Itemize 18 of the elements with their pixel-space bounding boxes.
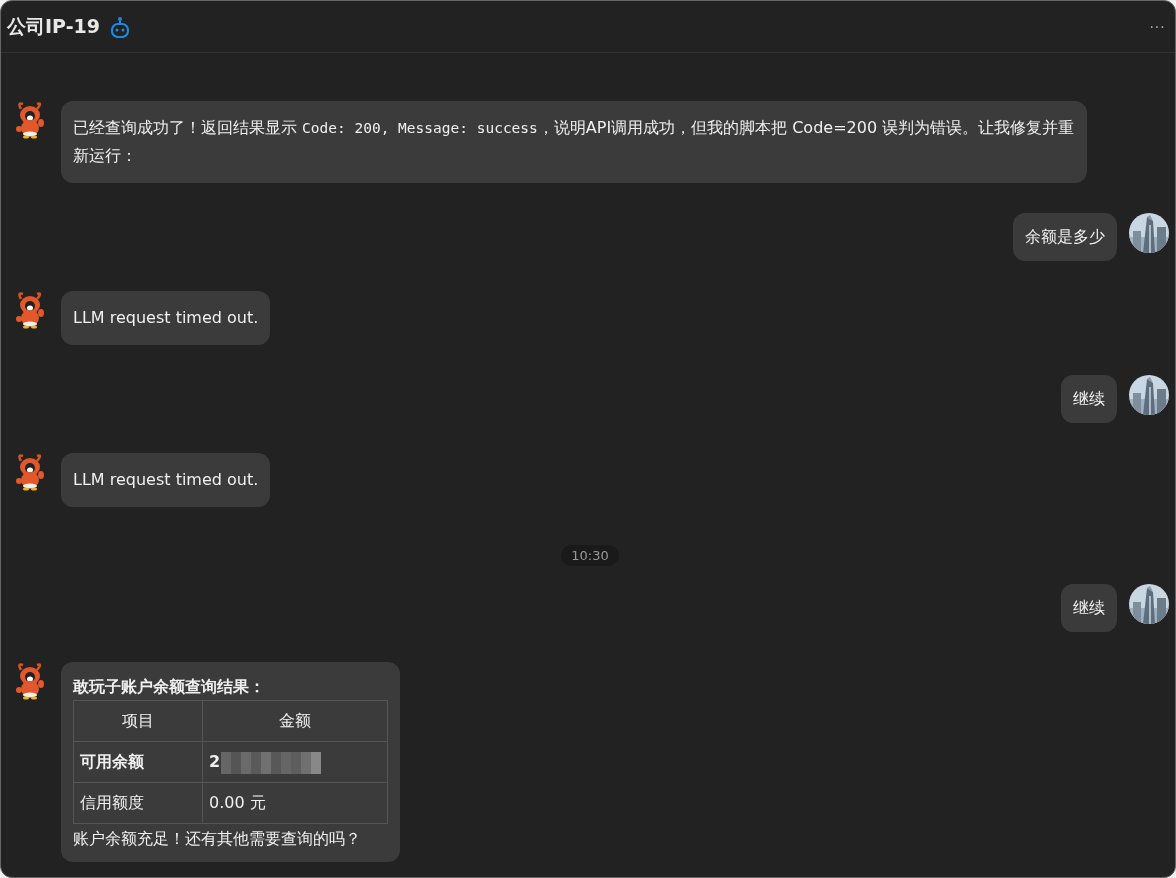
message-text: 继续: [1073, 597, 1105, 619]
message-text: LLM request timed out.: [73, 469, 259, 491]
message-text: 继续: [1073, 388, 1105, 410]
column-header: 金额: [202, 700, 388, 742]
table-cell: 可用余额: [73, 741, 203, 783]
chat-title: 公司IP-19: [7, 13, 100, 39]
more-menu-button[interactable]: ···: [1145, 17, 1169, 36]
column-header: 项目: [73, 700, 203, 742]
message-text: 已经查询成功了！返回结果显示 Code: 200, Message: success，说明API调用成功，但我的脚本把 Code=200 误判为错误。让我修复并重新运行：: [73, 117, 1075, 167]
message-text: 余额是多少: [1025, 226, 1105, 248]
table-cell: 信用额度: [73, 782, 203, 824]
table-cell: 2: [202, 741, 388, 783]
table-cell: 0.00 元: [202, 782, 388, 824]
message-text: LLM request timed out.: [73, 307, 259, 329]
timestamp: 10:30: [561, 545, 619, 566]
robot-icon: [110, 15, 130, 38]
message-text: 账户余额充足！还有其他需要查询的吗？: [73, 828, 362, 850]
result-title: 敢玩子账户余额查询结果：: [73, 676, 266, 698]
